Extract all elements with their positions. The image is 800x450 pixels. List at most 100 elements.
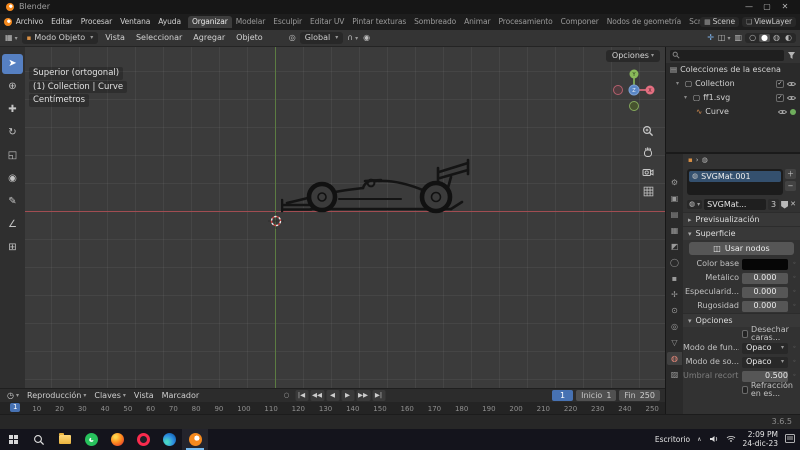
animate-decorator-icon[interactable] [791,303,798,309]
f1-car-drawing[interactable] [281,155,471,217]
outliner-item-curve[interactable]: ∿ Curve [666,105,800,119]
eye-visibility-icon[interactable] [787,95,796,101]
notification-center-button[interactable] [785,434,795,445]
material-name-field[interactable]: SVGMat... [704,199,767,210]
clip-threshold-slider[interactable]: 0.500 [742,370,788,382]
tab-pintar-texturas[interactable]: Pintar texturas [348,16,410,28]
whatsapp-icon[interactable] [78,429,104,450]
jump-to-end-button[interactable]: ▶| [372,390,385,401]
end-frame-field[interactable]: Fin 250 [619,390,660,401]
use-nodes-button[interactable]: ◫ Usar nodos [689,242,794,255]
viewlayer-selector[interactable]: ❏ ViewLayer [742,17,796,27]
animate-decorator-icon[interactable] [791,359,798,365]
overlays-toggle-icon[interactable]: ◫ [717,34,732,42]
tab-editar-uv[interactable]: Editar UV [306,16,348,28]
grid-toggle-icon[interactable] [643,186,654,197]
properties-tab-world[interactable]: ◯ [667,256,682,269]
menu-marcador[interactable]: Marcador [160,391,201,400]
gizmos-toggle-icon[interactable]: ✛ [706,34,715,42]
proportional-editing-icon[interactable]: ◉ [362,34,371,42]
properties-tab-constraints[interactable]: ◎ [667,320,682,333]
specular-slider[interactable]: 0.000 [742,286,788,298]
eye-visibility-icon[interactable] [778,109,787,115]
properties-tab-texture[interactable]: ▨ [667,368,682,381]
tool-measure[interactable]: ∠ [2,215,23,235]
section-superficie[interactable]: Superficie [683,226,800,240]
shading-wireframe-icon[interactable]: ○ [747,34,758,42]
taskbar-search-button[interactable] [26,429,52,450]
viewport-3d[interactable]: Superior (ortogonal) (1) Collection | Cu… [25,47,665,388]
scene-selector[interactable]: ▦ Scene [700,17,739,27]
outliner-item-collection[interactable]: ▾ ▢ Collection [666,77,800,91]
expand-caret-icon[interactable]: ▾ [684,95,690,101]
desktop-toolbar-label[interactable]: Escritorio [655,436,690,444]
taskbar-clock[interactable]: 2:09 PM 24-dic-23 [743,430,778,448]
zoom-icon[interactable] [642,125,654,137]
tool-transform[interactable]: ◉ [2,169,23,189]
exclude-checkbox[interactable] [776,94,784,102]
start-button[interactable] [0,429,26,450]
menu-vista[interactable]: Vista [101,34,129,42]
file-explorer-icon[interactable] [52,429,78,450]
menu-objeto[interactable]: Objeto [232,34,267,42]
xray-toggle-icon[interactable]: ▥ [734,34,744,42]
navigation-gizmo[interactable]: Y X Z [611,67,657,113]
menu-vista-timeline[interactable]: Vista [132,391,156,400]
properties-tab-render[interactable]: ▣ [667,192,682,205]
fake-user-shield-icon[interactable] [781,200,789,209]
blend-mode-dropdown[interactable]: Opaco [742,342,788,354]
current-frame-marker[interactable]: 1 [10,403,21,412]
mode-dropdown[interactable]: ▪ Modo Objeto [21,32,99,44]
tab-modelar[interactable]: Modelar [232,16,270,28]
blender-taskbar-icon[interactable] [182,429,208,450]
properties-tab-tool[interactable]: ⚙ [667,176,682,189]
tab-esculpir[interactable]: Esculpir [269,16,306,28]
tab-sombreado[interactable]: Sombreado [410,16,460,28]
tool-cursor[interactable]: ⊕ [2,77,23,97]
tab-procesamiento[interactable]: Procesamiento [494,16,556,28]
tool-rotate[interactable]: ↻ [2,123,23,143]
pivot-point-icon[interactable]: ◎ [288,34,297,42]
tab-script[interactable]: Script [685,16,700,28]
properties-tab-modifiers[interactable]: ✢ [667,288,682,301]
tab-organizar[interactable]: Organizar [187,16,232,28]
tool-scale[interactable]: ◱ [2,146,23,166]
properties-tab-material[interactable]: ◍ [667,352,682,365]
animate-decorator-icon[interactable] [791,373,798,379]
play-button[interactable]: ▶ [341,390,354,401]
timeline-editor-icon[interactable]: ◷ [5,391,21,400]
menu-claves[interactable]: Claves [92,391,128,400]
auto-keying-button[interactable]: ○ [280,390,293,401]
opera-icon[interactable] [130,429,156,450]
tab-nodos-geometria[interactable]: Nodos de geometría [603,16,685,28]
shading-solid-icon[interactable]: ● [759,34,771,42]
properties-tab-output[interactable]: ▤ [667,208,682,221]
outliner-item-ff1-svg[interactable]: ▾ ▢ ff1.svg [666,91,800,105]
users-count-badge[interactable]: 3 [768,199,780,210]
play-reverse-button[interactable]: ◀ [326,390,339,401]
properties-tab-object-data[interactable]: ▽ [667,336,682,349]
add-slot-button[interactable]: ＋ [785,169,796,179]
unlink-material-button[interactable]: ✕ [790,201,796,208]
viewport-options-button[interactable]: Opciones [605,50,660,62]
expand-caret-icon[interactable]: ▾ [676,81,682,87]
menu-archivo[interactable]: Archivo [12,18,47,26]
tool-select-box[interactable]: ➤ [2,54,23,74]
shading-rendered-icon[interactable]: ◐ [783,34,794,42]
volume-icon[interactable] [709,434,719,446]
maximize-button[interactable]: ▢ [758,3,776,11]
menu-agregar[interactable]: Agregar [189,34,229,42]
eye-visibility-icon[interactable] [787,81,796,87]
material-slot-item[interactable]: ◍ SVGMat.001 [689,171,781,182]
next-keyframe-button[interactable]: ▶▶ [356,390,370,401]
animate-decorator-icon[interactable] [791,261,798,267]
snap-magnet-icon[interactable]: ∩ [346,34,359,42]
menu-procesar[interactable]: Procesar [77,18,116,26]
properties-tab-view-layer[interactable]: ▦ [667,224,682,237]
tool-add-cube[interactable]: ⊞ [2,238,23,258]
browse-material-button[interactable]: ◍ [687,200,703,209]
current-frame-field[interactable]: 1 [552,390,574,401]
firefox-icon[interactable] [104,429,130,450]
filter-funnel-icon[interactable] [787,51,796,60]
tab-animar[interactable]: Animar [460,16,494,28]
